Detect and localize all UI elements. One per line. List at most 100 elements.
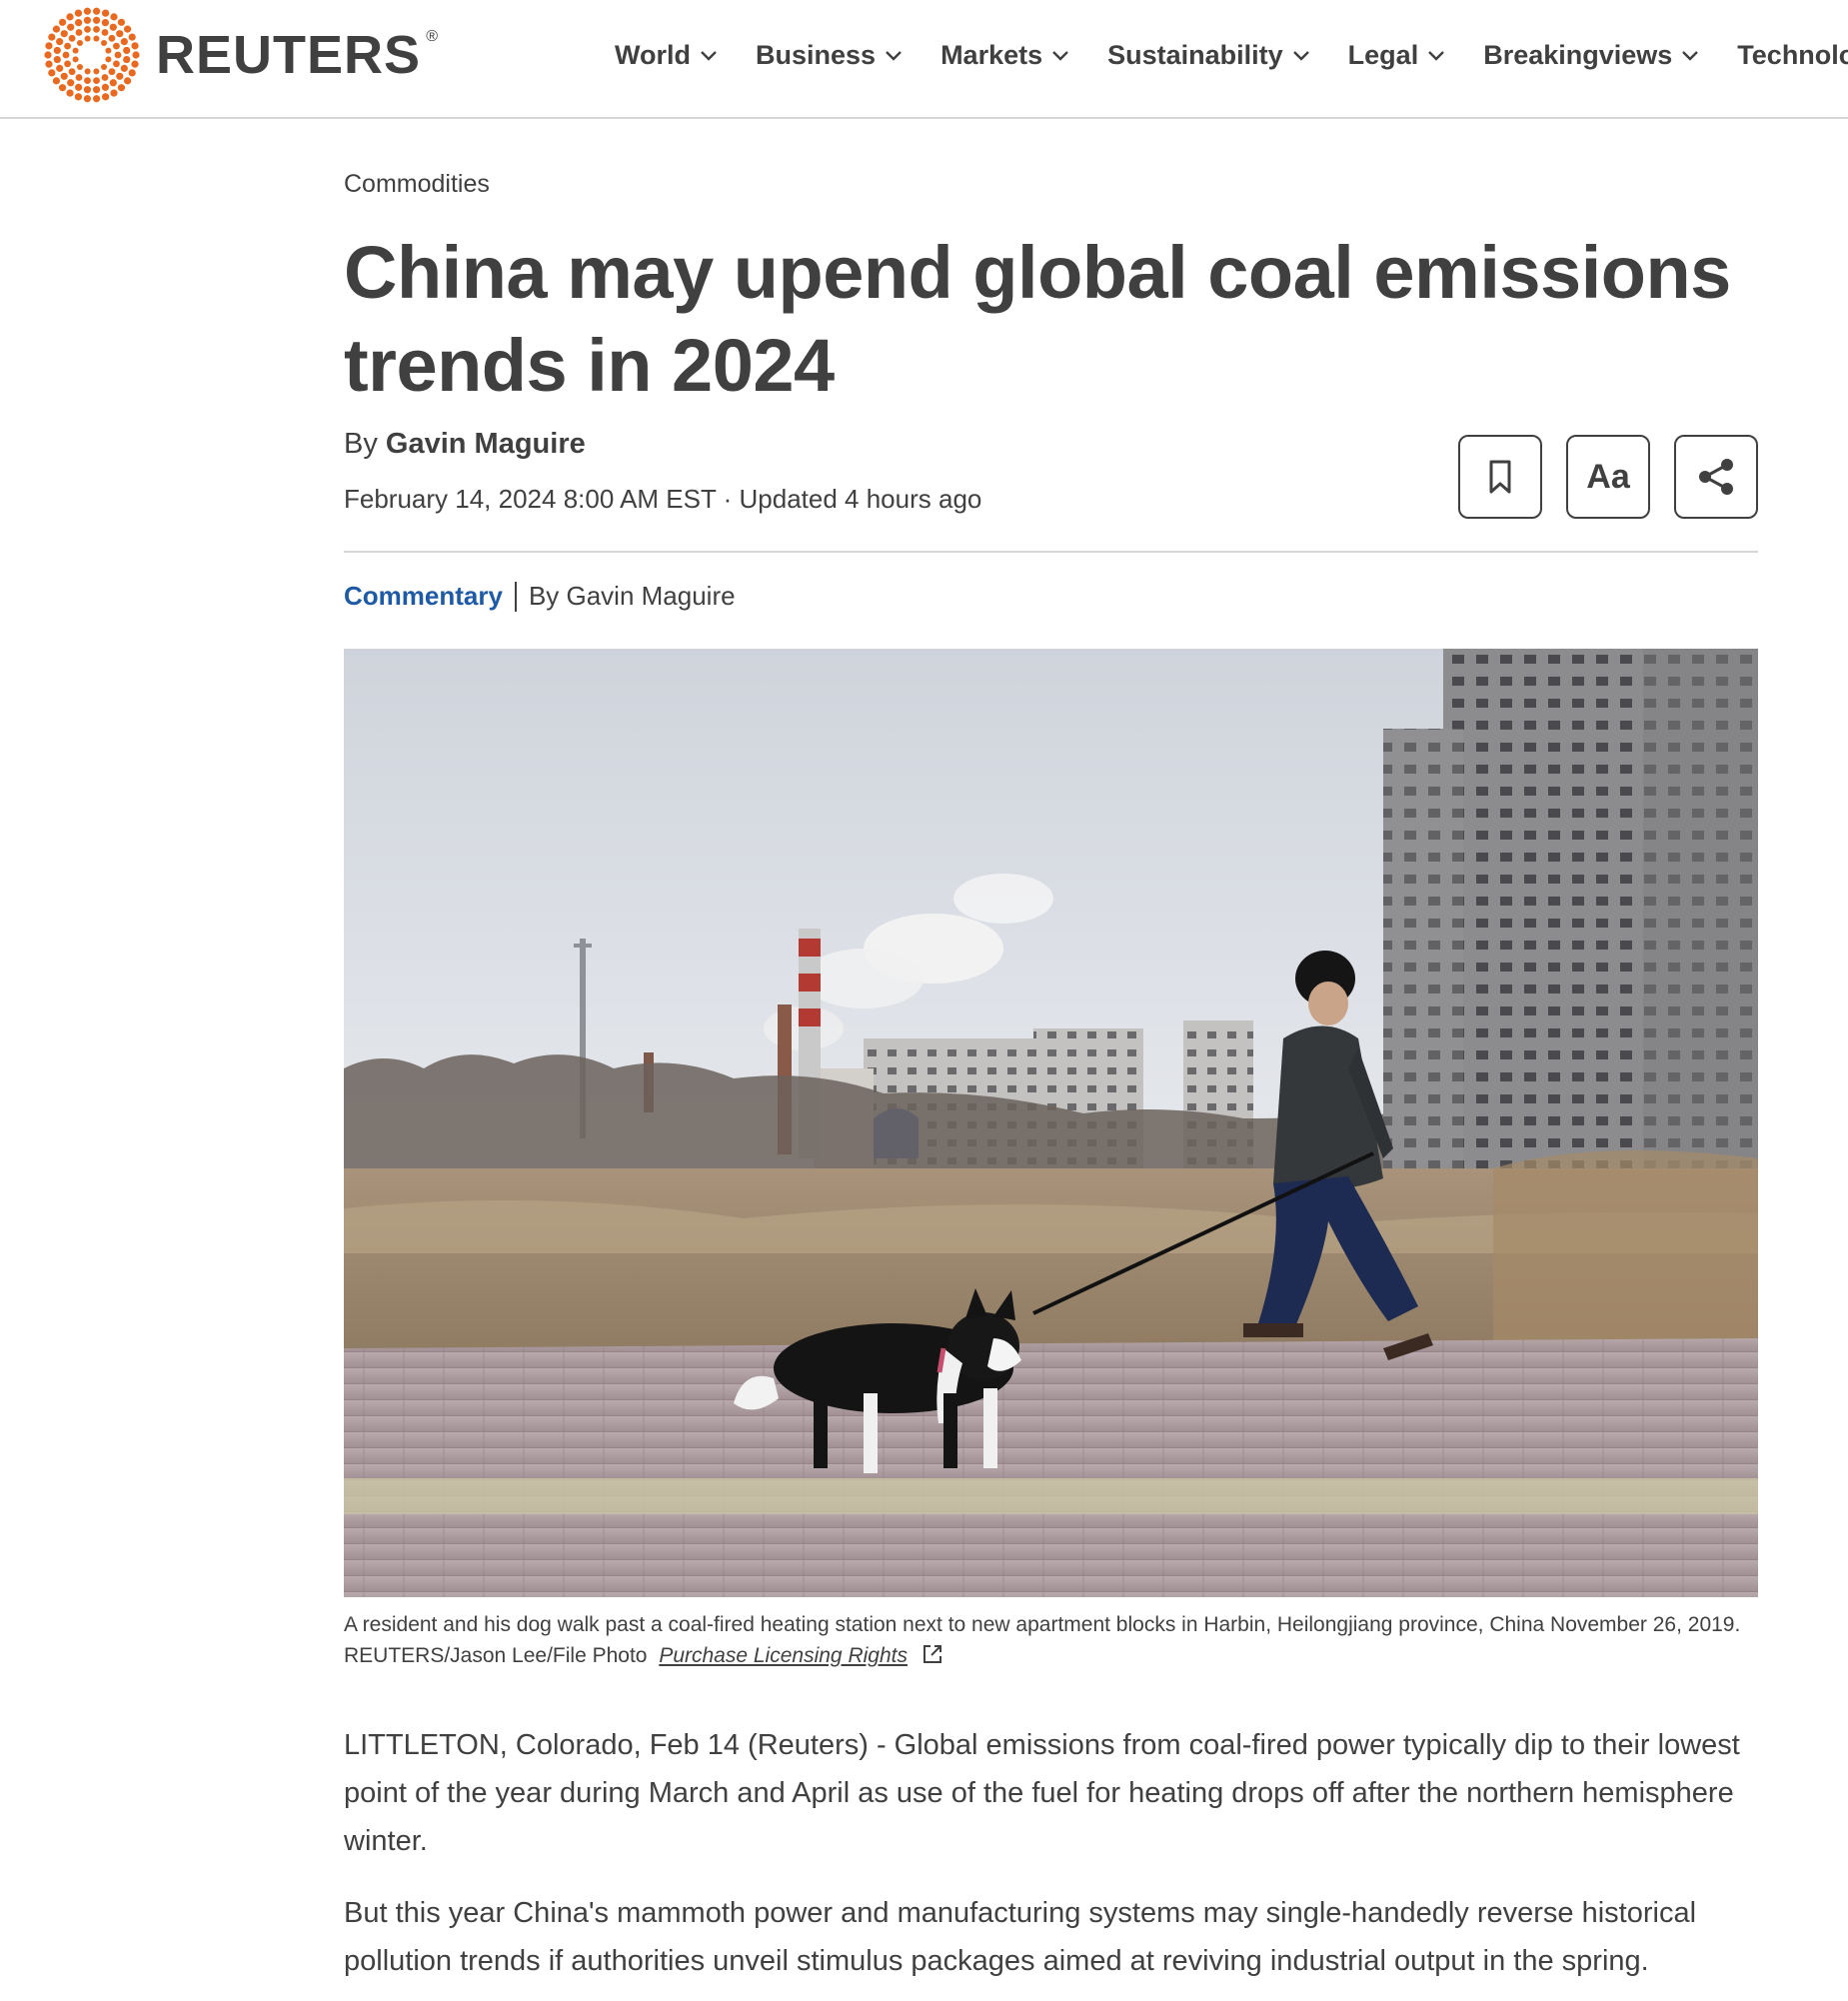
logo-dot <box>120 64 128 72</box>
share-icon <box>1699 459 1733 495</box>
bookmark-button[interactable] <box>1458 435 1542 519</box>
external-link-icon[interactable] <box>922 1643 943 1665</box>
logo-dot <box>76 39 83 46</box>
logo-dot <box>53 55 61 64</box>
logo-dot <box>68 34 76 42</box>
logo-dot <box>53 46 61 55</box>
nav-item-breakingviews[interactable]: Breakingviews <box>1483 40 1700 71</box>
logo-dot <box>66 13 74 21</box>
logo-dot <box>58 18 67 26</box>
logo-dot <box>116 30 124 38</box>
byline-prefix: By <box>344 428 378 460</box>
logo-dot <box>124 77 132 85</box>
logo-dot <box>101 39 108 46</box>
logo-dot <box>110 13 118 21</box>
logo-dot <box>74 9 82 17</box>
nav-item-world[interactable]: World <box>615 40 719 71</box>
logo-dot <box>67 23 75 31</box>
logo-dot <box>72 56 79 63</box>
photo-caption: A resident and his dog walk past a coal-… <box>344 1609 1763 1671</box>
logo-dot <box>60 72 68 80</box>
caption-text: A resident and his dog walk past a coal-… <box>344 1613 1741 1667</box>
logo-dot <box>64 60 71 68</box>
chevron-down-icon <box>1682 51 1699 61</box>
nav-item-label: Markets <box>940 39 1043 70</box>
logo-dot <box>64 42 71 50</box>
header-divider <box>344 551 1758 553</box>
logo-dot <box>113 60 120 68</box>
nav-item-label: Technology <box>1737 39 1848 70</box>
logo-dot <box>75 19 83 27</box>
logo-dot <box>128 33 136 41</box>
logo-dot <box>110 89 118 97</box>
nav-item-technology[interactable]: Technology <box>1737 40 1848 71</box>
logo-dot <box>67 79 75 87</box>
logo-dot <box>131 60 139 68</box>
logo-dot <box>75 74 83 81</box>
logo-dot <box>56 64 64 72</box>
logo-dot <box>48 33 56 41</box>
nav-item-label: Business <box>756 39 877 70</box>
nav-item-business[interactable]: Business <box>756 40 904 71</box>
article-tools: Aa <box>1458 435 1758 519</box>
logo-dot <box>131 42 139 50</box>
brand-name-text: REUTERS <box>156 25 422 85</box>
logo-dot <box>124 25 132 33</box>
logo-dot <box>83 86 92 94</box>
logo-dot <box>52 25 60 33</box>
brand-name: REUTERS ® <box>156 24 438 86</box>
commentary-tag[interactable]: Commentary <box>344 581 503 612</box>
author-link[interactable]: Gavin Maguire <box>386 428 586 460</box>
logo-dot <box>108 34 116 42</box>
logo-dot <box>113 42 120 50</box>
logo-dot <box>93 77 100 85</box>
reuters-logo[interactable]: REUTERS ® <box>42 7 438 103</box>
commentary-byline: By Gavin Maguire <box>528 581 736 611</box>
logo-dot <box>102 9 110 17</box>
logo-dot <box>75 29 83 36</box>
logo-dot <box>68 68 76 76</box>
nav-item-markets[interactable]: Markets <box>940 40 1070 71</box>
logo-dot <box>93 25 100 33</box>
logo-dot <box>105 47 112 54</box>
chevron-down-icon <box>1052 51 1068 61</box>
nav-item-label: World <box>615 39 691 70</box>
logo-dot <box>84 25 91 33</box>
logo-dot <box>102 93 110 101</box>
chevron-down-icon <box>886 51 902 61</box>
font-size-label: Aa <box>1586 457 1630 496</box>
nav-item-legal[interactable]: Legal <box>1348 40 1447 71</box>
main-nav: World Business Markets Sustainability Le… <box>615 0 1848 110</box>
nav-item-sustainability[interactable]: Sustainability <box>1107 40 1311 71</box>
logo-dot <box>84 35 91 42</box>
logo-dot <box>92 16 101 24</box>
logo-dot <box>84 77 91 85</box>
logo-dot <box>48 69 56 77</box>
logo-dot <box>83 95 91 103</box>
logo-dot <box>60 30 68 38</box>
chevron-down-icon <box>1428 51 1445 61</box>
section-link[interactable]: Commodities <box>344 170 490 199</box>
byline: By Gavin Maguire <box>344 428 586 461</box>
share-button[interactable] <box>1674 435 1758 519</box>
logo-dot <box>58 84 67 92</box>
logo-dot <box>101 74 109 81</box>
logo-dot <box>105 56 112 63</box>
logo-dot <box>109 23 117 31</box>
logo-dot <box>117 84 126 92</box>
logo-dot <box>52 77 60 85</box>
logo-dot <box>45 42 53 50</box>
bookmark-icon <box>1489 460 1511 494</box>
logo-dot <box>109 79 117 87</box>
nav-item-label: Legal <box>1347 39 1419 70</box>
logo-dot <box>84 68 91 75</box>
font-size-button[interactable]: Aa <box>1566 435 1650 519</box>
logo-dot <box>62 51 70 59</box>
lead-photo[interactable] <box>344 649 1758 1597</box>
logo-dot <box>101 64 108 71</box>
logo-dot <box>56 38 64 46</box>
logo-dot <box>108 68 116 76</box>
purchase-licensing-link[interactable]: Purchase Licensing Rights <box>659 1644 908 1667</box>
logo-dot <box>123 46 131 55</box>
logo-dot <box>74 93 82 101</box>
